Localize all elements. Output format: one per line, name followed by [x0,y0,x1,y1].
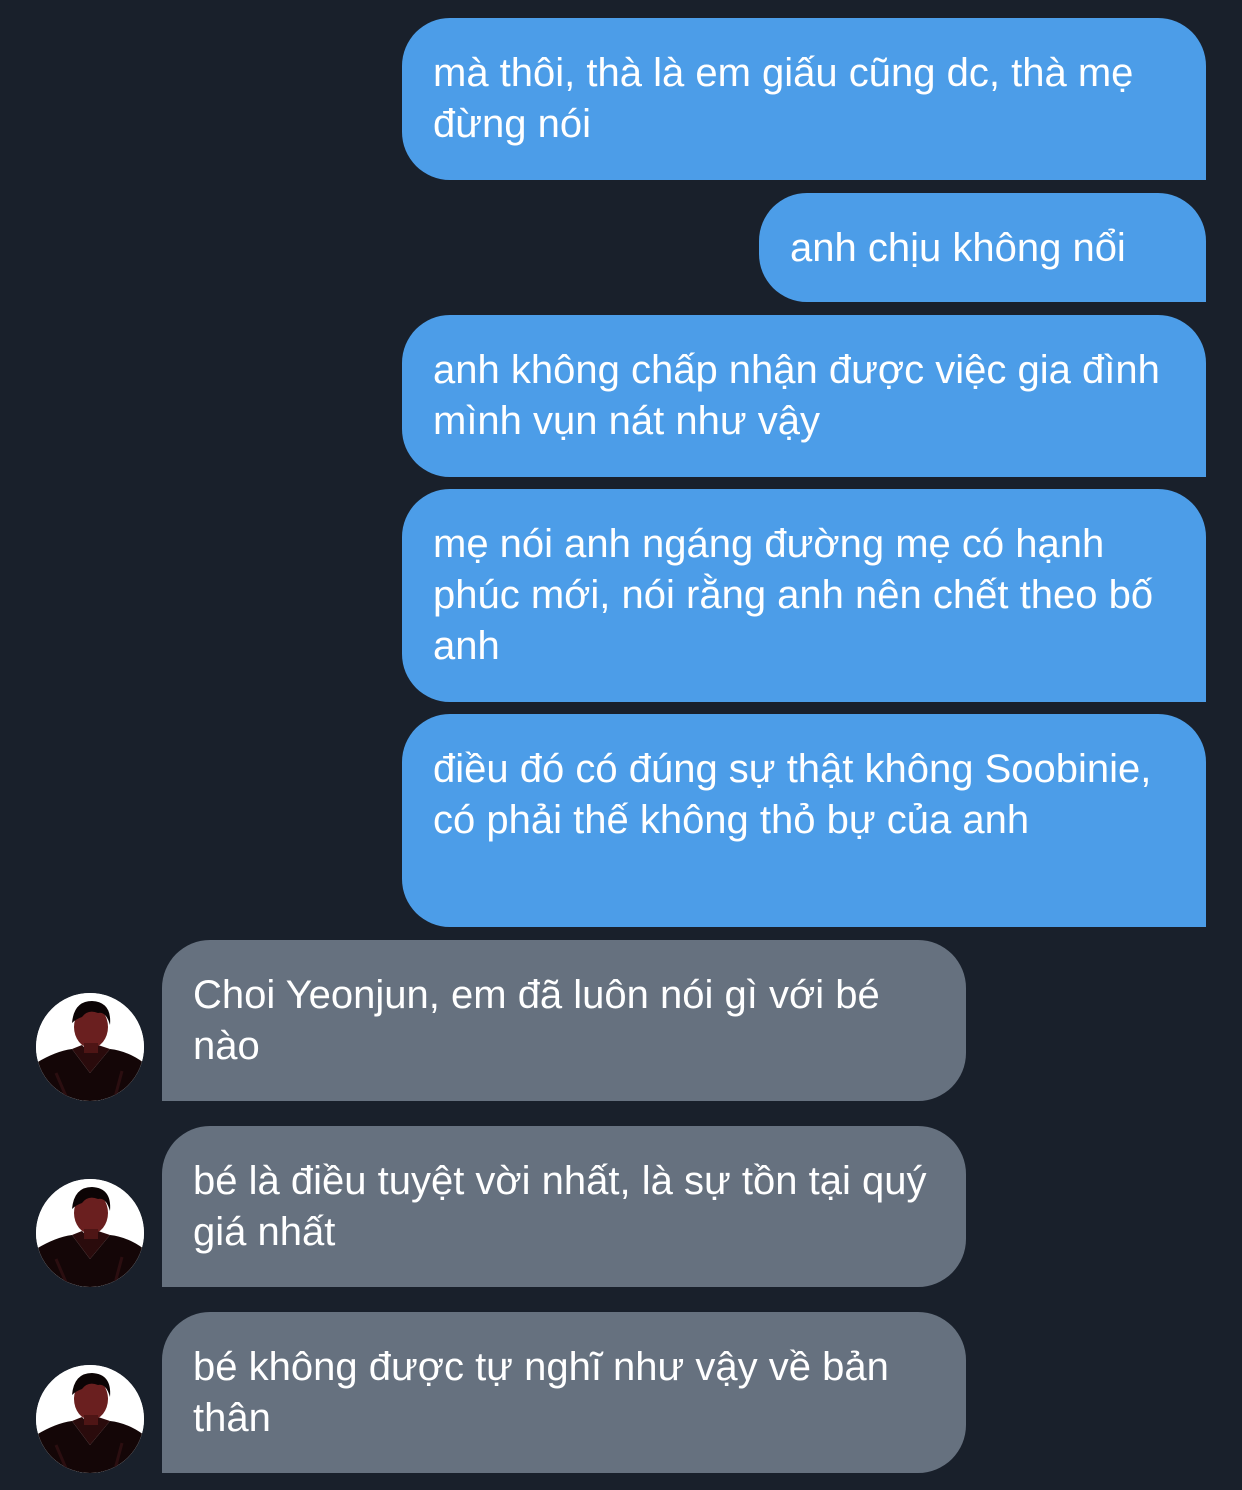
sent-message-bubble[interactable]: điều đó có đúng sự thật không Soobinie, … [402,714,1206,927]
message-text: bé không được tự nghĩ như vậy về bản thâ… [193,1345,889,1440]
sent-message-bubble[interactable]: mà thôi, thà là em giấu cũng dc, thà mẹ … [402,18,1206,180]
received-message-bubble[interactable]: Choi Yeonjun, em đã luôn nói gì với bé n… [162,940,966,1101]
avatar-photo-icon [36,993,144,1101]
message-text: Choi Yeonjun, em đã luôn nói gì với bé n… [193,973,880,1068]
contact-avatar[interactable] [36,993,144,1101]
sent-message-bubble[interactable]: anh không chấp nhận được việc gia đình m… [402,315,1206,477]
message-text: điều đó có đúng sự thật không Soobinie, … [433,747,1152,842]
received-message-bubble[interactable]: bé là điều tuyệt vời nhất, là sự tồn tại… [162,1126,966,1287]
message-text: bé là điều tuyệt vời nhất, là sự tồn tại… [193,1159,927,1254]
avatar-photo-icon [36,1365,144,1473]
contact-avatar[interactable] [36,1179,144,1287]
sent-message-bubble[interactable]: anh chịu không nổi [759,193,1206,302]
received-message-bubble[interactable]: bé không được tự nghĩ như vậy về bản thâ… [162,1312,966,1473]
message-text: anh chịu không nổi [790,226,1126,270]
sent-message-bubble[interactable]: mẹ nói anh ngáng đường mẹ có hạnh phúc m… [402,489,1206,702]
message-text: anh không chấp nhận được việc gia đình m… [433,348,1160,443]
chat-thread: mà thôi, thà là em giấu cũng dc, thà mẹ … [0,0,1242,1490]
message-text: mà thôi, thà là em giấu cũng dc, thà mẹ … [433,51,1134,146]
avatar-photo-icon [36,1179,144,1287]
contact-avatar[interactable] [36,1365,144,1473]
message-text: mẹ nói anh ngáng đường mẹ có hạnh phúc m… [433,522,1154,668]
